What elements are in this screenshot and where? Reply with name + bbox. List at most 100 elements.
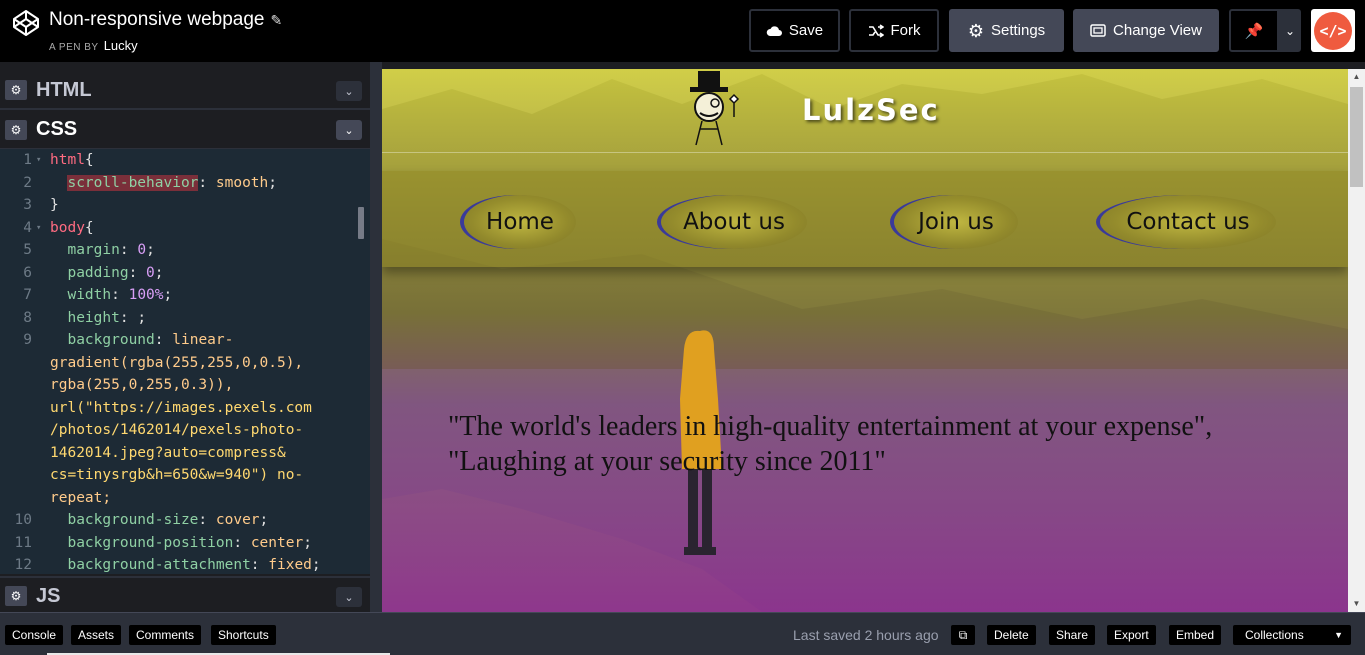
fork-button[interactable]: Fork [849, 9, 939, 52]
site-header: LulzSec [382, 69, 1348, 153]
code-text: cs=tinysrgb&h=650&w=940") no- [50, 467, 304, 483]
caret-down-icon: ▼ [1334, 630, 1343, 640]
code-line: repeat; [0, 487, 370, 510]
code-text: gradient(rgba(255,255,0,0.5), [50, 355, 304, 371]
code-text: scroll-behavior: smooth; [67, 175, 278, 191]
code-scrollbar[interactable] [358, 207, 364, 239]
js-editor-title: JS [36, 584, 61, 607]
open-external-icon[interactable]: ⧉ [951, 625, 975, 645]
fork-icon [868, 23, 884, 38]
gear-icon: ⚙ [967, 20, 984, 41]
assets-button[interactable]: Assets [71, 625, 122, 645]
scroll-up-arrow-icon[interactable]: ▲ [1348, 69, 1365, 85]
code-text: width: 100%; [67, 287, 173, 303]
css-chevron-down-icon[interactable]: ⌄ [336, 120, 362, 140]
code-text: url("https://images.pexels.com [50, 400, 312, 416]
code-text: repeat; [50, 490, 112, 506]
line-number: 8 [23, 310, 32, 326]
code-text: margin: 0; [67, 242, 155, 258]
author-link[interactable]: Lucky [104, 38, 138, 53]
collections-dropdown[interactable]: Collections ▼ [1233, 625, 1351, 645]
console-button[interactable]: Console [5, 625, 64, 645]
fold-arrow-icon[interactable]: ▾ [36, 149, 41, 172]
code-line: rgba(255,0,255,0.3)), [0, 374, 370, 397]
code-line: cs=tinysrgb&h=650&w=940") no- [0, 464, 370, 487]
code-line: 4 ▾ body{ [0, 217, 370, 240]
code-line: 7 width: 100%; [0, 284, 370, 307]
js-chevron-down-icon[interactable]: ⌄ [336, 587, 362, 607]
scroll-down-arrow-icon[interactable]: ▼ [1348, 596, 1365, 612]
code-text: background-attachment: fixed; [67, 557, 321, 573]
lulzsec-mascot-icon [690, 71, 740, 146]
pin-button[interactable]: 📌 [1229, 9, 1279, 52]
panel-resize-handle[interactable] [370, 62, 382, 612]
code-text: body{ [50, 220, 94, 236]
code-text: /photos/1462014/pexels-photo- [50, 422, 304, 438]
avatar[interactable]: </> [1311, 9, 1355, 52]
nav-link-contact-us[interactable]: Contact us [1100, 195, 1276, 249]
collections-label: Collections [1245, 628, 1304, 642]
quote-line-1: "The world's leaders in high-quality ent… [448, 411, 1213, 442]
change-view-button[interactable]: Change View [1073, 9, 1219, 52]
delete-button[interactable]: Delete [987, 625, 1036, 645]
pen-byline: A PEN BY Lucky [49, 38, 138, 53]
code-text: } [50, 197, 59, 213]
footer-bar: Console Assets Comments Shortcuts Last s… [0, 612, 1365, 655]
code-line: gradient(rgba(255,255,0,0.5), [0, 352, 370, 375]
line-number: 10 [14, 512, 32, 528]
quote-line-2: "Laughing at your security since 2011" [448, 446, 886, 477]
line-number: 7 [23, 287, 32, 303]
css-code-editor[interactable]: 1 ▾ html{ 2 scroll-behavior: smooth; 3 }… [0, 149, 370, 574]
top-bar: Non-responsive webpage ✎ A PEN BY Lucky S… [0, 0, 1365, 62]
comments-button[interactable]: Comments [129, 625, 202, 645]
nav-link-join-us[interactable]: Join us [894, 195, 1018, 249]
nav-link-home[interactable]: Home [464, 195, 576, 249]
code-line: 1 ▾ html{ [0, 149, 370, 172]
css-editor-header[interactable]: ⚙ CSS ⌄ [0, 111, 370, 149]
pen-title[interactable]: Non-responsive webpage ✎ [49, 9, 282, 31]
code-line: 8 height: ; [0, 307, 370, 330]
line-number: 5 [23, 242, 32, 258]
shortcuts-button[interactable]: Shortcuts [211, 625, 276, 645]
save-button[interactable]: Save [749, 9, 840, 52]
editor-column: ⚙ HTML ⌄ ⚙ CSS ⌄ 1 ▾ html{ 2 scroll-beha… [0, 62, 370, 614]
css-settings-gear-icon[interactable]: ⚙ [5, 119, 27, 140]
tagline-quote: "The world's leaders in high-quality ent… [448, 409, 1328, 479]
html-editor-title: HTML [36, 78, 92, 101]
pen-title-text[interactable]: Non-responsive webpage [49, 9, 264, 30]
code-text: rgba(255,0,255,0.3)), [50, 377, 234, 393]
code-line: 5 margin: 0; [0, 239, 370, 262]
code-line: url("https://images.pexels.com [0, 397, 370, 420]
scroll-thumb[interactable] [1350, 87, 1363, 187]
nav-link-about-us[interactable]: About us [661, 195, 807, 249]
code-line: 12 background-attachment: fixed; [0, 554, 370, 574]
preview-scrollbar[interactable]: ▲ ▼ [1348, 69, 1365, 612]
preview-frame[interactable]: LulzSec Home About us Join us Contact us… [382, 69, 1348, 612]
html-settings-gear-icon[interactable]: ⚙ [5, 80, 27, 100]
preview-top-strip [382, 62, 1365, 69]
fork-label: Fork [890, 22, 921, 39]
pencil-icon[interactable]: ✎ [270, 12, 282, 28]
code-text: background: linear- [67, 332, 234, 348]
fold-arrow-icon[interactable]: ▾ [36, 217, 41, 240]
css-editor-title: CSS [36, 118, 78, 140]
html-chevron-down-icon[interactable]: ⌄ [336, 81, 362, 101]
cloud-icon [766, 26, 782, 36]
pin-dropdown-button[interactable]: ⌄ [1279, 9, 1301, 52]
site-logo[interactable]: LulzSec [802, 93, 940, 127]
js-settings-gear-icon[interactable]: ⚙ [5, 586, 27, 606]
export-button[interactable]: Export [1107, 625, 1156, 645]
line-number: 1 [23, 152, 32, 168]
embed-button[interactable]: Embed [1169, 625, 1222, 645]
line-number: 11 [14, 535, 32, 551]
codepen-logo-icon[interactable] [12, 9, 40, 37]
html-editor-header[interactable]: ⚙ HTML ⌄ [0, 72, 370, 110]
share-button[interactable]: Share [1049, 625, 1096, 645]
code-text: 1462014.jpeg?auto=compress& [50, 445, 286, 461]
code-line: 10 background-size: cover; [0, 509, 370, 532]
settings-label: Settings [990, 22, 1046, 39]
js-editor-header[interactable]: ⚙ JS ⌄ [0, 576, 370, 614]
line-number: 9 [23, 332, 32, 348]
code-line: /photos/1462014/pexels-photo- [0, 419, 370, 442]
settings-button[interactable]: ⚙ Settings [949, 9, 1064, 52]
